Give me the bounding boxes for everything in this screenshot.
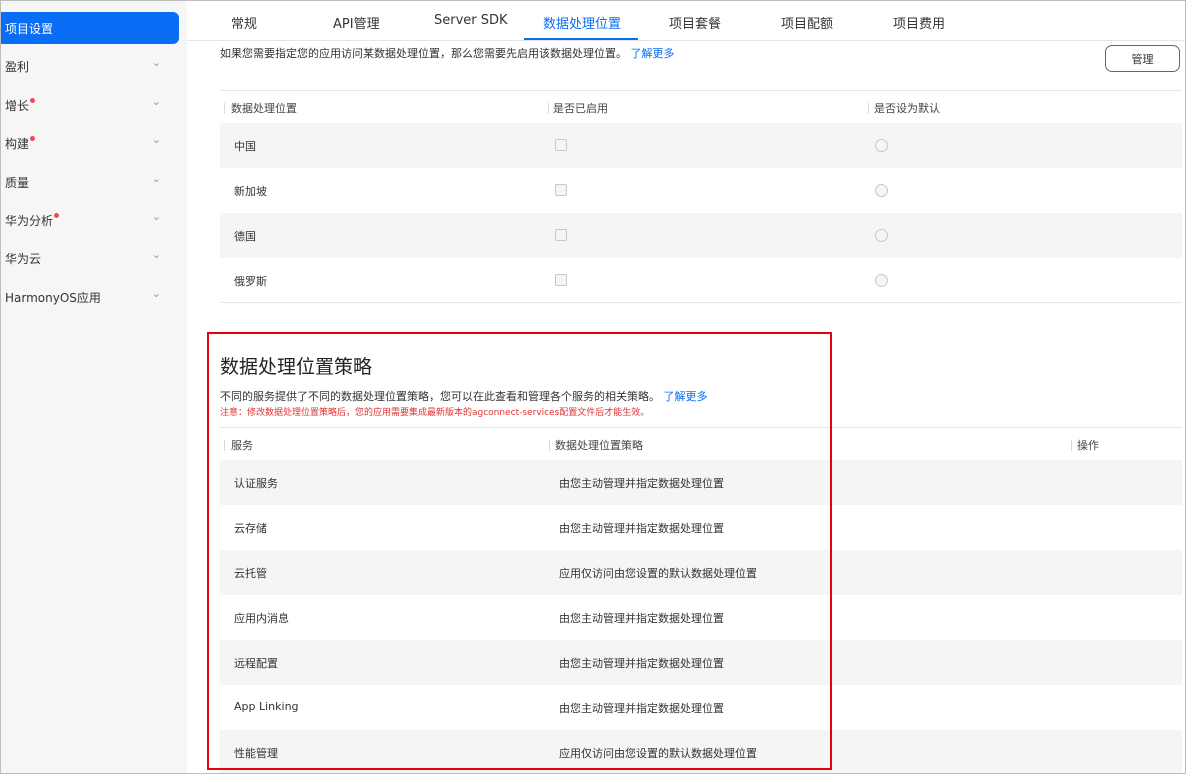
tab-general[interactable]: 常规 — [231, 13, 257, 32]
chevron-down-icon: ⌄ — [151, 95, 161, 108]
policy-warning-note: 注意：修改数据处理位置策略后，您的应用需要集成最新版本的agconnect-se… — [220, 408, 650, 418]
sidebar-item-label: 质量 — [5, 176, 30, 190]
service-policy: 由您主动管理并指定数据处理位置 — [559, 477, 724, 490]
tab-bar: 常规 API管理 Server SDK 数据处理位置 项目套餐 项目配额 项目费… — [187, 1, 1185, 41]
policy-learn-more-link[interactable]: 了解更多 — [664, 390, 708, 403]
sidebar-item-analytics[interactable]: 华为分析 ⌄ — [1, 204, 179, 236]
sidebar-item-label: 盈利 — [5, 60, 30, 74]
service-name: 应用内消息 — [234, 612, 289, 625]
table-row: 新加坡 — [220, 168, 1182, 213]
tab-project-plan[interactable]: 项目套餐 — [669, 13, 721, 32]
tab-project-quota[interactable]: 项目配额 — [781, 13, 833, 32]
service-name: 性能管理 — [234, 747, 278, 760]
sidebar-item-grow[interactable]: 增长 ⌄ — [1, 89, 179, 121]
column-header-enabled: 是否已启用 — [553, 102, 608, 115]
column-header-actions: 操作 — [1077, 439, 1099, 452]
service-policy: 由您主动管理并指定数据处理位置 — [559, 657, 724, 670]
enabled-checkbox[interactable] — [555, 229, 567, 241]
column-header-service: 服务 — [231, 439, 253, 452]
default-radio[interactable] — [875, 139, 888, 152]
active-tab-indicator — [524, 38, 638, 40]
chevron-down-icon: ⌄ — [151, 248, 161, 261]
sidebar-item-quality[interactable]: 质量 ⌄ — [1, 166, 179, 198]
column-separator — [224, 103, 225, 114]
enabled-checkbox[interactable] — [555, 139, 567, 151]
location-name: 德国 — [234, 230, 256, 243]
table-row: App Linking 由您主动管理并指定数据处理位置 — [220, 685, 1182, 730]
tab-project-fees[interactable]: 项目费用 — [893, 13, 945, 32]
location-name: 新加坡 — [234, 185, 267, 198]
location-name: 俄罗斯 — [234, 275, 267, 288]
sidebar-item-label: 构建 — [5, 137, 30, 151]
table-row: 俄罗斯 — [220, 258, 1182, 303]
enabled-checkbox[interactable] — [555, 184, 567, 196]
column-separator — [868, 103, 869, 114]
table-top-border — [220, 427, 1182, 428]
column-separator — [1071, 440, 1072, 451]
column-header-location: 数据处理位置 — [231, 102, 297, 115]
manage-button[interactable]: 管理 — [1105, 45, 1180, 72]
sidebar: 项目设置 盈利 ⌄ 增长 ⌄ 构建 ⌄ 质量 ⌄ 华为分析 ⌄ 华为云 ⌄ Ha… — [1, 1, 187, 773]
tab-api-management[interactable]: API管理 — [333, 13, 380, 32]
column-header-policy: 数据处理位置策略 — [555, 439, 643, 452]
sidebar-item-label: HarmonyOS应用 — [5, 291, 101, 305]
service-name: 远程配置 — [234, 657, 278, 670]
intro-text: 如果您需要指定您的应用访问某数据处理位置，那么您需要先启用该数据处理位置。 了解… — [220, 45, 675, 61]
default-radio[interactable] — [875, 274, 888, 287]
service-name: 认证服务 — [234, 477, 278, 490]
service-name: 云托管 — [234, 567, 267, 580]
column-header-default: 是否设为默认 — [874, 102, 940, 115]
sidebar-item-label: 项目设置 — [5, 22, 54, 36]
app-frame: 项目设置 盈利 ⌄ 增长 ⌄ 构建 ⌄ 质量 ⌄ 华为分析 ⌄ 华为云 ⌄ Ha… — [0, 0, 1186, 774]
sidebar-item-monetize[interactable]: 盈利 ⌄ — [1, 50, 179, 82]
service-policy: 应用仅访问由您设置的默认数据处理位置 — [559, 567, 757, 580]
table-row: 德国 — [220, 213, 1182, 258]
table-row: 应用内消息 由您主动管理并指定数据处理位置 — [220, 595, 1182, 640]
column-separator — [548, 103, 549, 114]
sidebar-item-label: 华为分析 — [5, 214, 54, 228]
location-name: 中国 — [234, 140, 256, 153]
table-top-border — [220, 90, 1182, 91]
chevron-down-icon: ⌄ — [151, 56, 161, 69]
table-bottom-border — [220, 302, 1182, 303]
table-row: 云托管 应用仅访问由您设置的默认数据处理位置 — [220, 550, 1182, 595]
chevron-down-icon: ⌄ — [151, 210, 161, 223]
service-policy: 应用仅访问由您设置的默认数据处理位置 — [559, 747, 757, 760]
notification-dot — [30, 136, 36, 141]
enabled-checkbox[interactable] — [555, 274, 567, 286]
sidebar-item-label: 增长 — [5, 99, 30, 113]
table-row: 远程配置 由您主动管理并指定数据处理位置 — [220, 640, 1182, 685]
tab-data-processing-location[interactable]: 数据处理位置 — [543, 13, 621, 32]
sidebar-item-build[interactable]: 构建 ⌄ — [1, 127, 179, 159]
notification-dot — [30, 98, 36, 103]
sidebar-item-harmonyos[interactable]: HarmonyOS应用 ⌄ — [1, 281, 179, 313]
service-policy: 由您主动管理并指定数据处理位置 — [559, 522, 724, 535]
sidebar-item-project-settings[interactable]: 项目设置 — [1, 12, 179, 44]
service-name: App Linking — [234, 700, 299, 713]
chevron-down-icon: ⌄ — [151, 287, 161, 300]
sidebar-item-huawei-cloud[interactable]: 华为云 ⌄ — [1, 242, 179, 274]
column-separator — [549, 440, 550, 451]
service-policy: 由您主动管理并指定数据处理位置 — [559, 612, 724, 625]
default-radio[interactable] — [875, 184, 888, 197]
notification-dot — [54, 213, 60, 218]
default-radio[interactable] — [875, 229, 888, 242]
service-policy: 由您主动管理并指定数据处理位置 — [559, 702, 724, 715]
intro-description: 如果您需要指定您的应用访问某数据处理位置，那么您需要先启用该数据处理位置。 — [220, 47, 627, 60]
service-name: 云存储 — [234, 522, 267, 535]
table-row: 认证服务 由您主动管理并指定数据处理位置 — [220, 460, 1182, 505]
policy-section-title: 数据处理位置策略 — [220, 356, 373, 378]
tab-server-sdk[interactable]: Server SDK — [434, 13, 508, 28]
policy-description: 不同的服务提供了不同的数据处理位置策略，您可以在此查看和管理各个服务的相关策略。… — [220, 388, 708, 404]
learn-more-link[interactable]: 了解更多 — [631, 47, 675, 60]
column-separator — [224, 440, 225, 451]
policy-description-text: 不同的服务提供了不同的数据处理位置策略，您可以在此查看和管理各个服务的相关策略。 — [220, 390, 660, 403]
chevron-down-icon: ⌄ — [151, 172, 161, 185]
table-row: 中国 — [220, 123, 1182, 168]
table-row: 云存储 由您主动管理并指定数据处理位置 — [220, 505, 1182, 550]
sidebar-item-label: 华为云 — [5, 252, 42, 266]
table-row: 性能管理 应用仅访问由您设置的默认数据处理位置 — [220, 730, 1182, 773]
chevron-down-icon: ⌄ — [151, 133, 161, 146]
